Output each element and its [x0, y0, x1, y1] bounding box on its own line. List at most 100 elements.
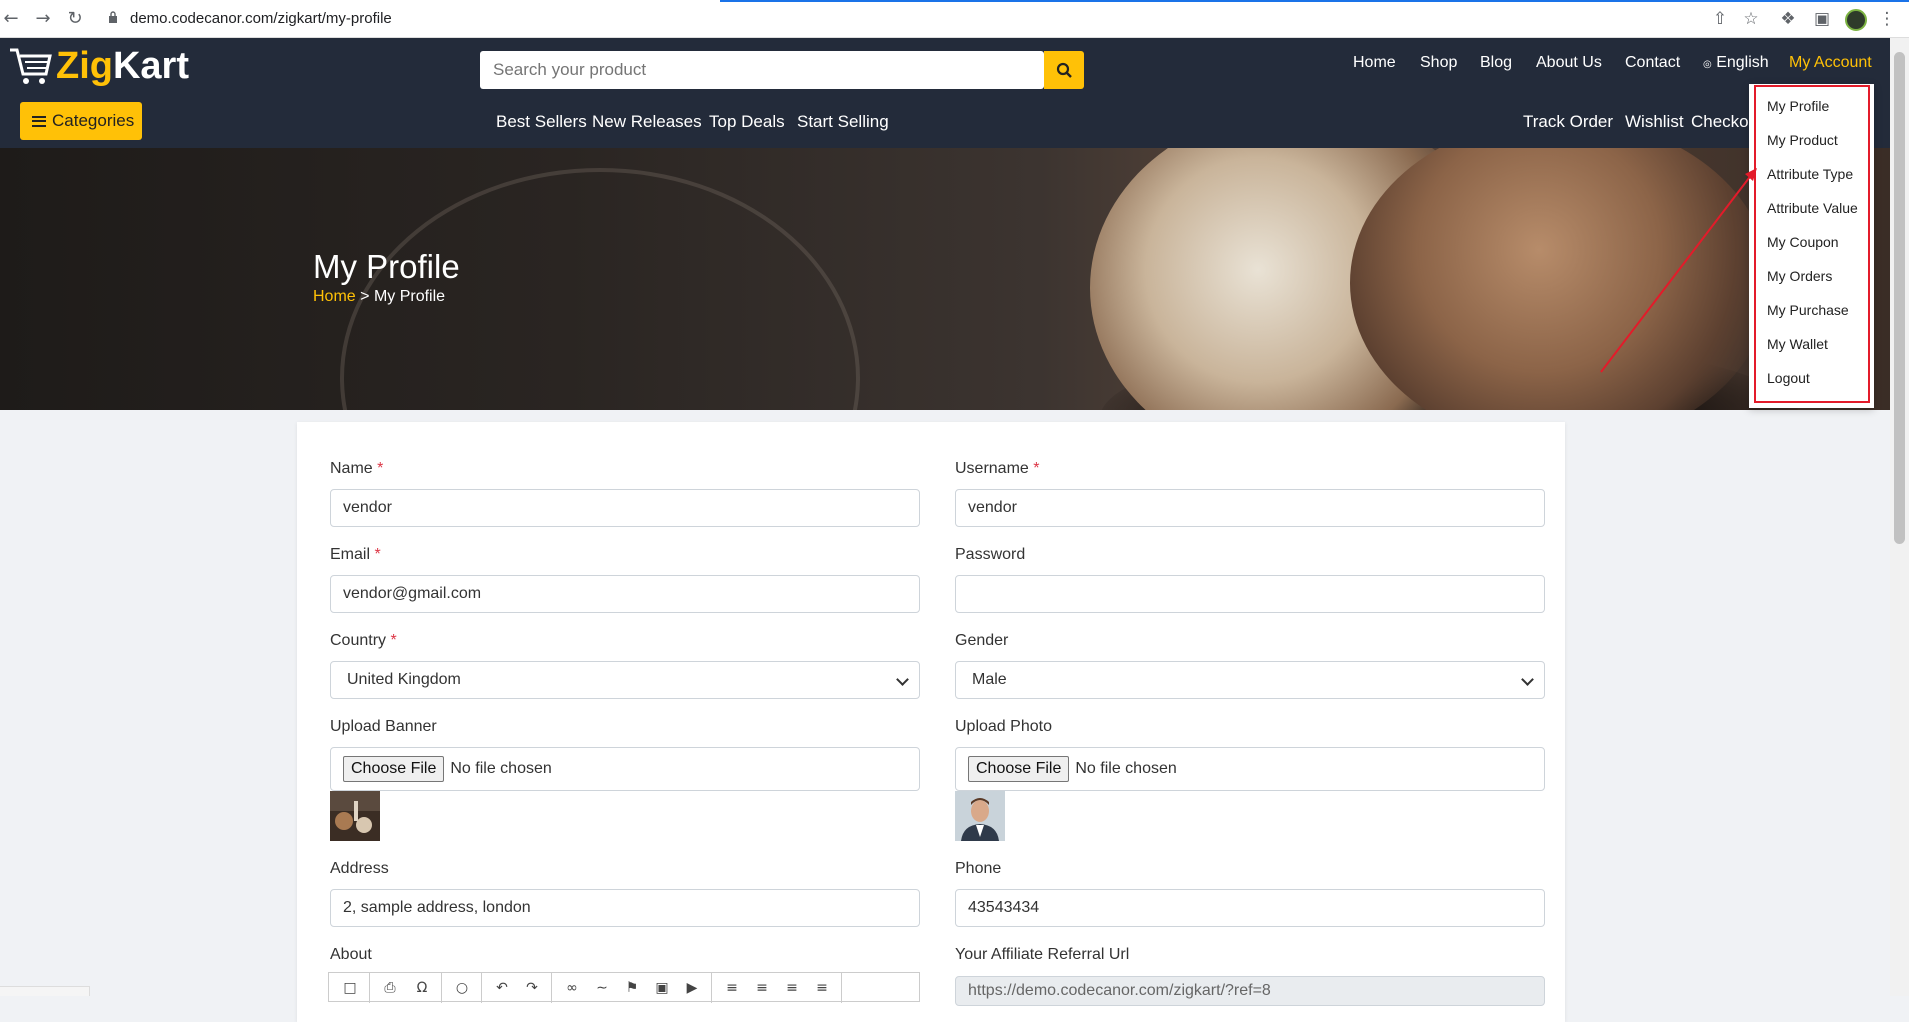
scrollbar-thumb[interactable]	[1894, 52, 1905, 544]
align-center-icon[interactable]: ≡	[755, 981, 769, 995]
share-icon[interactable]: ⇧	[1710, 9, 1730, 29]
username-input[interactable]: vendor	[955, 489, 1545, 527]
media-icon[interactable]: ▶	[685, 981, 699, 995]
menu-item-my-orders[interactable]: My Orders	[1767, 268, 1832, 284]
nav-blog[interactable]: Blog	[1480, 54, 1512, 72]
special-char-icon[interactable]: Ω	[415, 981, 429, 995]
about-editor-toolbar: □ ⎙ Ω ○ ↶ ↷ ∞ ∼ ⚑ ▣ ▶ ≡ ≡ ≡ ≡	[328, 972, 920, 1003]
menu-item-attribute-value[interactable]: Attribute Value	[1767, 200, 1858, 216]
extension-icon[interactable]: ❖	[1778, 9, 1798, 29]
image-icon[interactable]: ▣	[655, 981, 669, 995]
upload-photo-input[interactable]: Choose File No file chosen	[955, 747, 1545, 791]
menu-item-my-profile[interactable]: My Profile	[1767, 98, 1829, 114]
address-input[interactable]: 2, sample address, london	[330, 889, 920, 927]
nav-my-account[interactable]: My Account	[1789, 54, 1872, 72]
find-icon[interactable]: ○	[455, 981, 469, 995]
profile-photo-thumbnail	[955, 791, 1005, 841]
hero-banner: My Profile Home > My Profile	[0, 148, 1890, 410]
source-icon[interactable]: □	[343, 981, 357, 995]
language-selector[interactable]: ◎ English	[1703, 54, 1769, 72]
nav-wishlist[interactable]: Wishlist	[1625, 112, 1684, 132]
redo-icon[interactable]: ↷	[525, 981, 539, 995]
password-label: Password	[955, 546, 1026, 563]
search-button[interactable]	[1044, 51, 1084, 89]
menu-item-attribute-type[interactable]: Attribute Type	[1767, 166, 1853, 182]
phone-input[interactable]: 43543434	[955, 889, 1545, 927]
upload-banner-input[interactable]: Choose File No file chosen	[330, 747, 920, 791]
nav-about-us[interactable]: About Us	[1536, 54, 1602, 72]
star-icon[interactable]: ☆	[1741, 9, 1761, 29]
reload-icon[interactable]: ↻	[64, 8, 86, 30]
email-label-text: Email	[330, 546, 371, 563]
globe-icon: ◎	[1703, 59, 1712, 70]
name-label-text: Name	[330, 460, 373, 477]
nav-track-order[interactable]: Track Order	[1523, 112, 1613, 132]
no-file-text: No file chosen	[450, 760, 552, 777]
profile-avatar[interactable]	[1845, 9, 1867, 31]
page-scrollbar[interactable]	[1890, 38, 1909, 996]
nav-home[interactable]: Home	[1353, 54, 1396, 72]
choose-file-button[interactable]: Choose File	[343, 756, 445, 782]
email-input[interactable]: vendor@gmail.com	[330, 575, 920, 613]
menu-item-my-coupon[interactable]: My Coupon	[1767, 234, 1839, 250]
logo-text: ZigKart	[56, 45, 189, 88]
forward-icon[interactable]: →	[32, 8, 54, 30]
sidepanel-icon[interactable]: ▣	[1812, 9, 1832, 29]
password-input[interactable]	[955, 575, 1545, 613]
nav-checkout[interactable]: Checkout	[1691, 112, 1749, 132]
page-title: My Profile	[313, 248, 460, 285]
align-justify-icon[interactable]: ≡	[815, 981, 829, 995]
site-header: ZigKart Home Shop Blog About Us Contact …	[0, 38, 1890, 148]
country-select[interactable]: United Kingdom	[330, 661, 920, 699]
upload-photo-label: Upload Photo	[955, 718, 1052, 735]
language-label: English	[1716, 54, 1769, 71]
affiliate-url-input[interactable]: https://demo.codecanor.com/zigkart/?ref=…	[955, 976, 1545, 1006]
my-account-dropdown: My Profile My Product Attribute Type Att…	[1749, 84, 1874, 408]
about-label: About	[330, 946, 372, 963]
browser-toolbar: ← → ↻ demo.codecanor.com/zigkart/my-prof…	[0, 0, 1909, 38]
nav-new-releases[interactable]: New Releases	[592, 112, 702, 132]
hamburger-icon	[32, 115, 46, 127]
upload-banner-label: Upload Banner	[330, 718, 437, 735]
page-load-progress	[720, 0, 1909, 2]
logo[interactable]: ZigKart	[8, 42, 189, 90]
breadcrumb-current: My Profile	[373, 288, 446, 305]
breadcrumb: Home > My Profile	[313, 288, 445, 306]
name-input[interactable]: vendor	[330, 489, 920, 527]
search-input[interactable]	[480, 51, 1042, 89]
back-icon[interactable]: ←	[0, 8, 22, 30]
undo-icon[interactable]: ↶	[495, 981, 509, 995]
country-label-text: Country	[330, 632, 387, 649]
nav-contact[interactable]: Contact	[1625, 54, 1680, 72]
kebab-menu-icon[interactable]: ⋮	[1877, 9, 1897, 29]
gender-select[interactable]: Male	[955, 661, 1545, 699]
categories-label: Categories	[52, 111, 135, 130]
nav-shop[interactable]: Shop	[1420, 54, 1457, 72]
categories-button[interactable]: Categories	[20, 102, 142, 140]
username-label: Username *	[955, 460, 1040, 478]
status-bar	[0, 986, 90, 996]
choose-file-button[interactable]: Choose File	[968, 756, 1070, 782]
address-label: Address	[330, 860, 389, 877]
gender-label: Gender	[955, 632, 1009, 649]
menu-item-my-product[interactable]: My Product	[1767, 132, 1838, 148]
anchor-icon[interactable]: ⚑	[625, 981, 639, 995]
address-bar[interactable]: demo.codecanor.com/zigkart/my-profile	[130, 10, 392, 27]
menu-item-my-wallet[interactable]: My Wallet	[1767, 336, 1828, 352]
nav-start-selling[interactable]: Start Selling	[797, 112, 889, 132]
search-box	[480, 51, 1044, 89]
align-left-icon[interactable]: ≡	[725, 981, 739, 995]
menu-item-my-purchase[interactable]: My Purchase	[1767, 302, 1849, 318]
required-mark: *	[390, 632, 397, 649]
search-icon	[1056, 62, 1072, 78]
breadcrumb-home[interactable]: Home	[313, 288, 356, 305]
align-right-icon[interactable]: ≡	[785, 981, 799, 995]
menu-item-logout[interactable]: Logout	[1767, 370, 1810, 386]
no-file-text: No file chosen	[1075, 760, 1177, 777]
link-icon[interactable]: ∞	[565, 981, 579, 995]
unlink-icon[interactable]: ∼	[595, 981, 609, 995]
nav-best-sellers[interactable]: Best Sellers	[496, 112, 587, 132]
print-icon[interactable]: ⎙	[383, 981, 397, 995]
nav-top-deals[interactable]: Top Deals	[709, 112, 785, 132]
banner-thumbnail	[330, 791, 380, 841]
